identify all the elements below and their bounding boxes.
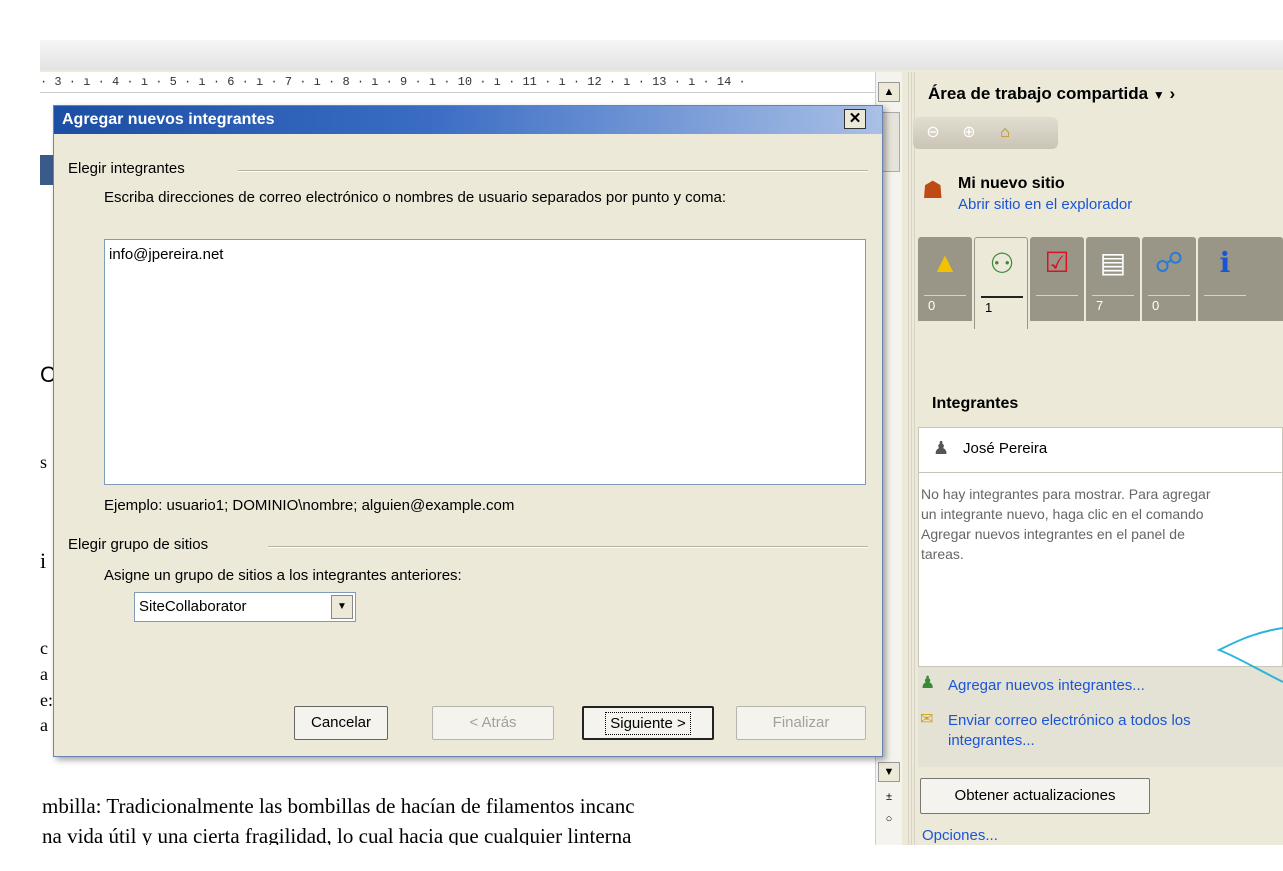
close-icon[interactable]: ✕ xyxy=(844,109,866,129)
document-text-line: mbilla: Tradicionalmente las bombillas d… xyxy=(42,794,635,818)
warning-icon: ▲ xyxy=(931,247,959,278)
email-icon: ✉ xyxy=(920,711,934,728)
instruction-label: Escriba direcciones de correo electrónic… xyxy=(104,189,727,206)
shared-workspace-pane: Área de trabajo compartida ▼ › ⊖ ⊕ ⌂ ☗ M… xyxy=(908,72,1283,845)
browse-object-icon[interactable]: ○ xyxy=(878,810,900,830)
member-name: José Pereira xyxy=(963,440,1048,457)
previous-page-icon[interactable]: ± xyxy=(878,788,900,808)
documents-icon: ▤ xyxy=(1099,247,1127,278)
home-icon[interactable]: ⌂ xyxy=(993,122,1017,144)
doc-fragment: a xyxy=(40,664,48,684)
doc-fragment: c xyxy=(40,638,48,658)
empty-list-message: No hay integrantes para mostrar. Para ag… xyxy=(921,486,1211,562)
tab-documents[interactable]: ▤ 7 xyxy=(1086,237,1140,321)
get-updates-button[interactable]: Obtener actualizaciones xyxy=(920,778,1150,814)
section-divider xyxy=(268,546,868,548)
tasks-icon: ☑ xyxy=(1044,247,1070,278)
scroll-up-icon[interactable]: ▲ xyxy=(878,82,900,102)
dialog-titlebar[interactable]: Agregar nuevos integrantes ✕ xyxy=(54,106,882,134)
list-item[interactable]: ♟ José Pereira xyxy=(919,428,1282,473)
pane-title[interactable]: Área de trabajo compartida ▼ › xyxy=(928,84,1175,104)
send-email-link[interactable]: Enviar correo electrónico a todos los in… xyxy=(948,711,1248,751)
finish-button[interactable]: Finalizar xyxy=(736,706,866,740)
pane-navigation-bar: ⊖ ⊕ ⌂ xyxy=(913,117,1058,149)
cancel-button[interactable]: Cancelar xyxy=(294,706,388,740)
close-pane-icon[interactable]: › xyxy=(1169,84,1175,103)
back-icon[interactable]: ⊖ xyxy=(921,122,945,144)
doc-fragment: a xyxy=(40,715,48,735)
members-section: Integrantes xyxy=(920,329,1283,425)
options-link[interactable]: Opciones... xyxy=(922,827,998,844)
document-fragment-band xyxy=(40,155,54,185)
open-site-link[interactable]: Abrir sitio en el explorador xyxy=(958,196,1132,213)
pane-splitter[interactable] xyxy=(908,72,916,845)
horizontal-ruler: · 3 · ı · 4 · ı · 5 · ı · 6 · ı · 7 · ı … xyxy=(40,72,890,93)
add-member-icon: ♟ xyxy=(920,673,936,692)
members-icon: ⚇ xyxy=(989,248,1015,279)
document-text-line: na vida útil y una cierta fragilidad, lo… xyxy=(42,824,632,845)
doc-fragment: e: xyxy=(40,690,53,710)
tab-tasks[interactable]: ☑ xyxy=(1030,237,1084,321)
back-button[interactable]: < Atrás xyxy=(432,706,554,740)
scroll-down-icon[interactable]: ▼ xyxy=(878,762,900,782)
info-icon: ℹ xyxy=(1219,247,1231,278)
section-title: Integrantes xyxy=(932,395,1019,412)
dialog-title: Agregar nuevos integrantes xyxy=(62,111,275,128)
tab-info[interactable]: ℹ xyxy=(1198,237,1283,321)
section-title: Elegir grupo de sitios xyxy=(68,536,209,553)
assign-label: Asigne un grupo de sitios a los integran… xyxy=(104,567,462,584)
next-button[interactable]: Siguiente > xyxy=(582,706,714,740)
section-title: Elegir integrantes xyxy=(68,160,185,177)
forward-icon[interactable]: ⊕ xyxy=(957,122,981,144)
section-divider xyxy=(238,170,868,172)
add-members-dialog: Agregar nuevos integrantes ✕ Elegir inte… xyxy=(53,105,883,757)
doc-fragment: i xyxy=(40,548,47,573)
person-icon: ♟ xyxy=(933,438,950,458)
chevron-down-icon[interactable]: ▼ xyxy=(331,595,353,619)
dropdown-arrow-icon[interactable]: ▼ xyxy=(1153,88,1165,102)
add-members-link[interactable]: Agregar nuevos integrantes... xyxy=(948,677,1145,694)
emails-textarea[interactable]: info@jpereira.net xyxy=(104,239,866,485)
toolbar-strip xyxy=(40,40,1283,70)
links-icon: ☍ xyxy=(1154,247,1184,278)
site-name: Mi nuevo sitio xyxy=(958,175,1065,192)
tab-links[interactable]: ☍ 0 xyxy=(1142,237,1196,321)
doc-fragment: s xyxy=(40,452,48,472)
tab-status[interactable]: ▲ 0 xyxy=(918,237,972,321)
tab-members[interactable]: ⚇ 1 xyxy=(974,237,1028,329)
site-members-icon: ☗ xyxy=(922,177,944,204)
site-group-select[interactable]: SiteCollaborator ▼ xyxy=(134,592,356,622)
example-label: Ejemplo: usuario1; DOMINIO\nombre; algui… xyxy=(104,497,515,514)
callout-arrow xyxy=(1216,627,1283,683)
